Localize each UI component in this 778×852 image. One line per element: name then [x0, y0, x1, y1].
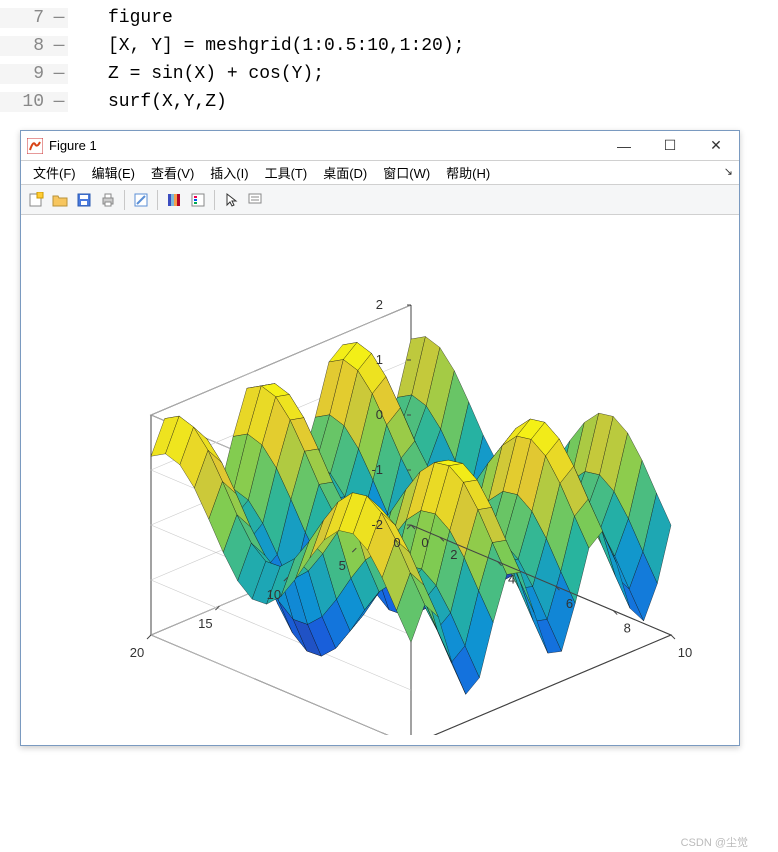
menu-file[interactable]: 文件(F): [25, 161, 84, 184]
svg-text:10: 10: [267, 587, 281, 602]
surface-plot[interactable]: -2-1012024681005101520: [41, 225, 721, 735]
figure-window: Figure 1 — ☐ ✕ 文件(F) 编辑(E) 查看(V) 插入(I) 工…: [20, 130, 740, 746]
line-number: 7: [0, 8, 50, 28]
line-number: 8: [0, 36, 50, 56]
breakpoint-dash[interactable]: —: [50, 64, 68, 84]
svg-text:0: 0: [376, 407, 383, 422]
svg-text:10: 10: [678, 645, 692, 660]
svg-text:20: 20: [130, 645, 144, 660]
toolbar-separator: [157, 190, 158, 210]
code-editor: 7 — figure 8 — [X, Y] = meshgrid(1:0.5:1…: [0, 0, 778, 126]
save-button[interactable]: [73, 189, 95, 211]
titlebar[interactable]: Figure 1 — ☐ ✕: [21, 131, 739, 161]
code-text[interactable]: surf(X,Y,Z): [108, 92, 778, 112]
line-number: 9: [0, 64, 50, 84]
svg-text:8: 8: [624, 621, 631, 636]
svg-text:-2: -2: [371, 517, 383, 532]
plot-area[interactable]: -2-1012024681005101520: [21, 215, 739, 745]
window-title: Figure 1: [49, 138, 601, 153]
watermark: CSDN @尘觉: [681, 834, 748, 850]
toolbar: [21, 185, 739, 215]
code-line: 9 — Z = sin(X) + cos(Y);: [0, 60, 778, 88]
legend-button[interactable]: [187, 189, 209, 211]
svg-text:0: 0: [393, 535, 400, 550]
menubar: 文件(F) 编辑(E) 查看(V) 插入(I) 工具(T) 桌面(D) 窗口(W…: [21, 161, 739, 185]
svg-text:4: 4: [508, 572, 515, 587]
link-button[interactable]: [130, 189, 152, 211]
svg-text:15: 15: [198, 616, 212, 631]
code-line: 10 — surf(X,Y,Z): [0, 88, 778, 116]
breakpoint-dash[interactable]: —: [50, 36, 68, 56]
svg-text:5: 5: [339, 558, 346, 573]
toolbar-separator: [124, 190, 125, 210]
new-figure-button[interactable]: [25, 189, 47, 211]
maximize-button[interactable]: ☐: [647, 131, 693, 161]
code-text[interactable]: figure: [108, 8, 778, 28]
svg-text:2: 2: [450, 547, 457, 562]
minimize-button[interactable]: —: [601, 131, 647, 161]
menu-tools[interactable]: 工具(T): [257, 161, 316, 184]
menu-edit[interactable]: 编辑(E): [84, 161, 143, 184]
datatip-button[interactable]: [244, 189, 266, 211]
svg-text:2: 2: [376, 297, 383, 312]
breakpoint-dash[interactable]: —: [50, 8, 68, 28]
menu-window[interactable]: 窗口(W): [375, 161, 438, 184]
line-number: 10: [0, 92, 50, 112]
matlab-icon: [27, 138, 43, 154]
menu-view[interactable]: 查看(V): [143, 161, 202, 184]
breakpoint-dash[interactable]: —: [50, 92, 68, 112]
open-button[interactable]: [49, 189, 71, 211]
code-line: 7 — figure: [0, 4, 778, 32]
pointer-button[interactable]: [220, 189, 242, 211]
svg-text:1: 1: [376, 352, 383, 367]
svg-text:6: 6: [566, 596, 573, 611]
svg-text:0: 0: [421, 535, 428, 550]
menu-insert[interactable]: 插入(I): [202, 161, 256, 184]
svg-text:-1: -1: [371, 462, 383, 477]
menu-desktop[interactable]: 桌面(D): [315, 161, 375, 184]
print-button[interactable]: [97, 189, 119, 211]
menu-help[interactable]: 帮助(H): [438, 161, 498, 184]
code-line: 8 — [X, Y] = meshgrid(1:0.5:10,1:20);: [0, 32, 778, 60]
close-button[interactable]: ✕: [693, 131, 739, 161]
menu-overflow-icon[interactable]: ↘: [724, 165, 733, 178]
code-text[interactable]: [X, Y] = meshgrid(1:0.5:10,1:20);: [108, 36, 778, 56]
code-text[interactable]: Z = sin(X) + cos(Y);: [108, 64, 778, 84]
colorbar-button[interactable]: [163, 189, 185, 211]
toolbar-separator: [214, 190, 215, 210]
